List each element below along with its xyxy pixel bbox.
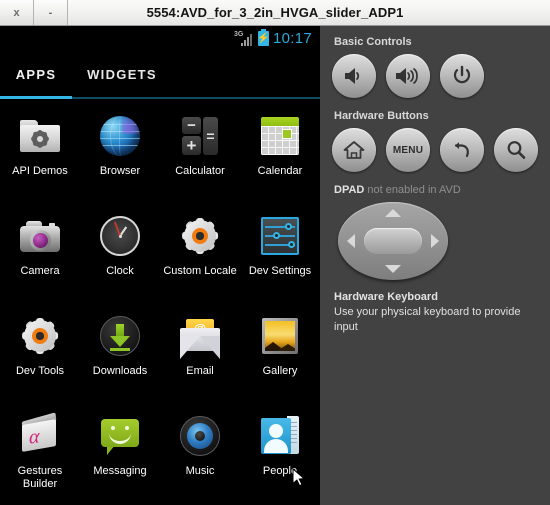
app-icon-people[interactable]: People <box>240 405 320 505</box>
people-icon <box>257 413 303 459</box>
app-label: Downloads <box>92 365 148 377</box>
dpad-control[interactable] <box>338 202 448 280</box>
app-label: Browser <box>99 165 141 177</box>
dpad-status-text: not enabled in AVD <box>364 184 461 196</box>
dpad-status-note: DPAD not enabled in AVD <box>334 184 538 196</box>
emulator-control-panel: Basic Controls Hardware Buttons MENU DPA… <box>320 26 550 505</box>
calendar-icon <box>257 113 303 159</box>
status-bar-right: 3G ⚡ 10:17 <box>234 26 312 51</box>
dev-tools-icon <box>17 313 63 359</box>
camera-icon <box>17 213 63 259</box>
music-icon <box>177 413 223 459</box>
app-label: Custom Locale <box>163 265 237 277</box>
email-icon: @ <box>177 313 223 359</box>
app-icon-dev-settings[interactable]: Dev Settings <box>240 205 320 305</box>
dpad-center-button[interactable] <box>364 228 422 254</box>
app-icon-browser[interactable]: Browser <box>80 105 160 205</box>
power-icon <box>453 65 471 84</box>
app-icon-custom-locale[interactable]: Custom Locale <box>160 205 240 305</box>
app-label: Gallery <box>262 365 298 377</box>
app-icon-messaging[interactable]: Messaging <box>80 405 160 505</box>
dpad-up-icon[interactable] <box>385 209 401 217</box>
app-icon-gestures-builder[interactable]: α Gestures Builder <box>0 405 80 505</box>
hardware-buttons-heading: Hardware Buttons <box>334 110 429 122</box>
app-label: Dev Tools <box>15 365 65 377</box>
back-button[interactable] <box>440 128 484 172</box>
status-bar-clock: 10:17 <box>272 30 312 47</box>
window-title: 5554:AVD_for_3_2in_HVGA_slider_ADP1 <box>146 5 404 20</box>
custom-locale-icon <box>177 213 223 259</box>
app-icon-clock[interactable]: Clock <box>80 205 160 305</box>
app-label: Calendar <box>257 165 303 177</box>
app-grid: API Demos Browser − + = Calculator Calen… <box>0 99 320 505</box>
home-icon <box>343 141 365 159</box>
volume-down-icon <box>345 68 360 84</box>
back-arrow-icon <box>454 142 469 158</box>
dpad-left-icon[interactable] <box>347 234 355 248</box>
tab-widgets[interactable]: WIDGETS <box>72 67 172 82</box>
search-button[interactable] <box>494 128 538 172</box>
hardware-keyboard-title: Hardware Keyboard <box>334 291 438 303</box>
hardware-keyboard-note: Hardware Keyboard Use your physical keyb… <box>334 290 538 335</box>
app-icon-music[interactable]: Music <box>160 405 240 505</box>
app-label: Calculator <box>175 165 225 177</box>
menu-button[interactable]: MENU <box>386 128 430 172</box>
emulator-window: x - 5554:AVD_for_3_2in_HVGA_slider_ADP1 … <box>0 0 550 505</box>
tab-apps[interactable]: APPS <box>0 67 72 82</box>
gallery-icon <box>257 313 303 359</box>
calculator-icon: − + = <box>177 113 223 159</box>
app-icon-calculator[interactable]: − + = Calculator <box>160 105 240 205</box>
volume-up-icon <box>396 68 418 84</box>
battery-charging-icon: ⚡ <box>257 29 270 46</box>
dpad-down-icon[interactable] <box>385 265 401 273</box>
signal-bars-icon: 3G <box>234 31 254 47</box>
dpad-right-icon[interactable] <box>431 234 439 248</box>
basic-controls-heading: Basic Controls <box>334 36 412 48</box>
app-label: Music <box>185 465 215 477</box>
hardware-keyboard-desc: Use your physical keyboard to provide in… <box>334 306 521 333</box>
app-icon-downloads[interactable]: Downloads <box>80 305 160 405</box>
app-label: API Demos <box>12 165 68 177</box>
hardware-buttons-row: MENU <box>332 128 538 172</box>
volume-up-button[interactable] <box>386 54 430 98</box>
downloads-icon <box>97 313 143 359</box>
app-icon-calendar[interactable]: Calendar <box>240 105 320 205</box>
api-demos-icon <box>17 113 63 159</box>
app-icon-email[interactable]: @ Email <box>160 305 240 405</box>
home-button[interactable] <box>332 128 376 172</box>
app-icon-dev-tools[interactable]: Dev Tools <box>0 305 80 405</box>
dev-settings-icon <box>257 213 303 259</box>
clock-icon <box>97 213 143 259</box>
device-screen[interactable]: 3G ⚡ 10:17 APPS WIDGETS API Demos Browse… <box>0 26 320 505</box>
menu-button-label: MENU <box>392 144 424 156</box>
messaging-icon <box>97 413 143 459</box>
app-label: Clock <box>106 265 134 277</box>
gestures-builder-icon: α <box>17 412 63 459</box>
window-titlebar: x - 5554:AVD_for_3_2in_HVGA_slider_ADP1 <box>0 0 550 26</box>
search-icon <box>507 141 526 159</box>
app-label: Dev Settings <box>248 265 312 277</box>
volume-down-button[interactable] <box>332 54 376 98</box>
app-label: People <box>262 465 298 477</box>
app-label: Gestures Builder <box>17 465 63 490</box>
app-label: Camera <box>20 265 60 277</box>
basic-controls-row <box>332 54 538 98</box>
app-label: Messaging <box>93 465 147 477</box>
app-icon-camera[interactable]: Camera <box>0 205 80 305</box>
app-icon-gallery[interactable]: Gallery <box>240 305 320 405</box>
browser-icon <box>97 113 143 159</box>
app-drawer-tabs: APPS WIDGETS <box>0 51 320 99</box>
app-icon-api-demos[interactable]: API Demos <box>0 105 80 205</box>
status-bar: 3G ⚡ 10:17 <box>0 26 320 51</box>
dpad-label: DPAD <box>334 184 365 196</box>
power-button[interactable] <box>440 54 484 98</box>
app-label: Email <box>186 365 214 377</box>
